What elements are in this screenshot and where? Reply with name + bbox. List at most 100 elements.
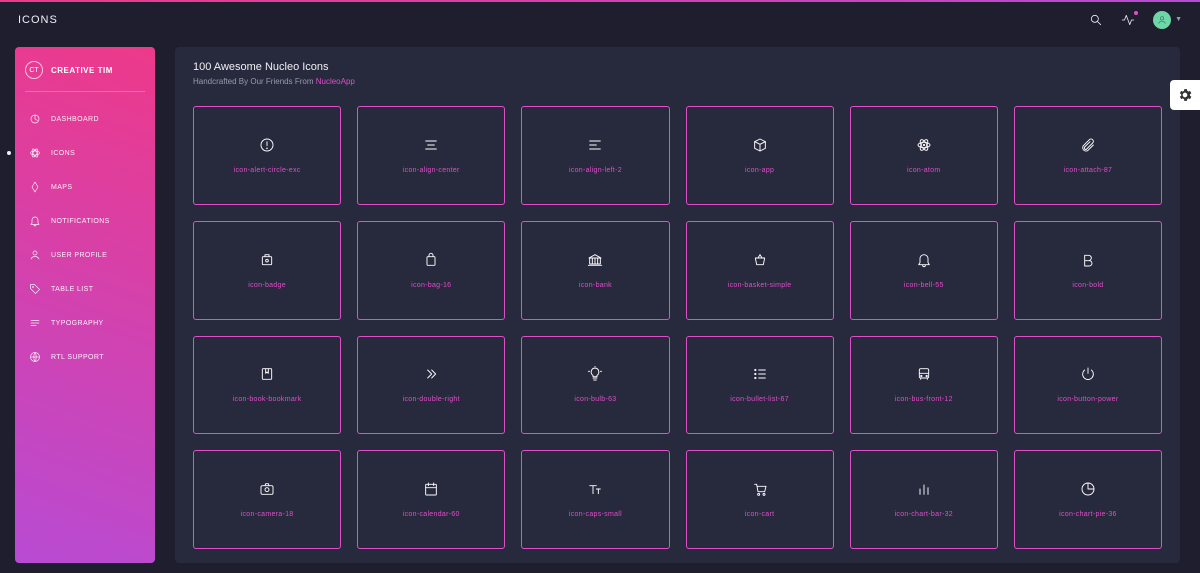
bullet-list-67-icon: [752, 366, 768, 382]
icon-card-icon-badge[interactable]: icon-badge: [193, 221, 341, 320]
topbar-actions: ▼: [1089, 11, 1182, 29]
icon-card-icon-chart-bar-32[interactable]: icon-chart-bar-32: [850, 450, 998, 549]
user-icon: [29, 249, 41, 261]
sidebar-item-label: ICONS: [51, 150, 75, 157]
heading-title: 100 Awesome Nucleo Icons: [193, 61, 1162, 73]
icon-label: icon-alert-circle-exc: [234, 167, 301, 174]
icon-card-icon-attach-87[interactable]: icon-attach-87: [1014, 106, 1162, 205]
icon-card-icon-bullet-list-67[interactable]: icon-bullet-list-67: [686, 336, 834, 435]
sidebar-item-table-list[interactable]: TABLE LIST: [25, 274, 145, 304]
basket-simple-icon: [752, 252, 768, 268]
icon-card-icon-double-right[interactable]: icon-double-right: [357, 336, 505, 435]
atom-icon: [916, 137, 932, 153]
settings-button[interactable]: [1170, 80, 1200, 110]
icon-card-icon-basket-simple[interactable]: icon-basket-simple: [686, 221, 834, 320]
icon-label: icon-bell-55: [904, 282, 944, 289]
sidebar-item-rtl-support[interactable]: RTL SUPPORT: [25, 342, 145, 372]
icon-card-icon-calendar-60[interactable]: icon-calendar-60: [357, 450, 505, 549]
double-right-icon: [423, 366, 439, 382]
alert-circle-exc-icon: [259, 137, 275, 153]
book-bookmark-icon: [259, 366, 275, 382]
icon-card-icon-align-left-2[interactable]: icon-align-left-2: [521, 106, 669, 205]
icon-card-icon-bell-55[interactable]: icon-bell-55: [850, 221, 998, 320]
icon-label: icon-attach-87: [1064, 167, 1113, 174]
icon-card-icon-bank[interactable]: icon-bank: [521, 221, 669, 320]
chart-pie-36-icon: [1080, 481, 1096, 497]
icon-label: icon-align-left-2: [569, 167, 622, 174]
icon-card-icon-camera-18[interactable]: icon-camera-18: [193, 450, 341, 549]
sidebar-item-icons[interactable]: ICONS: [25, 138, 145, 168]
icon-card-icon-bold[interactable]: icon-bold: [1014, 221, 1162, 320]
align-left-2-icon: [587, 137, 603, 153]
sidebar: CT CREATIVE TIM DASHBOARD ICONS MAPS NOT…: [15, 47, 155, 563]
icon-label: icon-cart: [745, 511, 775, 518]
icon-card-icon-app[interactable]: icon-app: [686, 106, 834, 205]
pin-icon: [29, 181, 41, 193]
text-icon: [29, 317, 41, 329]
attach-87-icon: [1080, 137, 1096, 153]
bag-16-icon: [423, 252, 439, 268]
sidebar-item-label: DASHBOARD: [51, 116, 99, 123]
notification-dot: [1134, 11, 1138, 15]
bold-icon: [1080, 252, 1096, 268]
bulb-63-icon: [587, 366, 603, 382]
align-center-icon: [423, 137, 439, 153]
icon-label: icon-bag-16: [411, 282, 451, 289]
chart-bar-32-icon: [916, 481, 932, 497]
sidebar-item-label: TABLE LIST: [51, 286, 93, 293]
icon-card-icon-button-power[interactable]: icon-button-power: [1014, 336, 1162, 435]
icon-label: icon-app: [745, 167, 774, 174]
icon-card-icon-alert-circle-exc[interactable]: icon-alert-circle-exc: [193, 106, 341, 205]
brand[interactable]: CT CREATIVE TIM: [25, 61, 145, 92]
activity-icon[interactable]: [1121, 13, 1135, 27]
sidebar-item-label: USER PROFILE: [51, 252, 107, 259]
sidebar-item-label: NOTIFICATIONS: [51, 218, 110, 225]
icon-label: icon-button-power: [1057, 396, 1118, 403]
app-icon: [752, 137, 768, 153]
icon-label: icon-book-bookmark: [233, 396, 302, 403]
user-menu[interactable]: ▼: [1153, 11, 1182, 29]
calendar-60-icon: [423, 481, 439, 497]
sidebar-item-typography[interactable]: TYPOGRAPHY: [25, 308, 145, 338]
caps-small-icon: [587, 481, 603, 497]
badge-icon: [259, 252, 275, 268]
globe-icon: [29, 351, 41, 363]
search-icon[interactable]: [1089, 13, 1103, 27]
brand-logo: CT: [25, 61, 43, 79]
main: 100 Awesome Nucleo Icons Handcrafted By …: [155, 37, 1200, 573]
main-card: 100 Awesome Nucleo Icons Handcrafted By …: [175, 47, 1180, 563]
icon-label: icon-camera-18: [241, 511, 294, 518]
sidebar-item-label: RTL SUPPORT: [51, 354, 104, 361]
camera-18-icon: [259, 481, 275, 497]
icon-label: icon-bulb-63: [574, 396, 616, 403]
icon-card-icon-align-center[interactable]: icon-align-center: [357, 106, 505, 205]
atom-icon: [29, 147, 41, 159]
sidebar-item-label: MAPS: [51, 184, 72, 191]
bank-icon: [587, 252, 603, 268]
icon-card-icon-atom[interactable]: icon-atom: [850, 106, 998, 205]
icon-card-icon-cart[interactable]: icon-cart: [686, 450, 834, 549]
cart-icon: [752, 481, 768, 497]
icon-label: icon-bold: [1072, 282, 1103, 289]
page-title: ICONS: [18, 14, 58, 26]
icon-card-icon-bag-16[interactable]: icon-bag-16: [357, 221, 505, 320]
icon-card-icon-bulb-63[interactable]: icon-bulb-63: [521, 336, 669, 435]
icon-label: icon-badge: [248, 282, 286, 289]
sidebar-item-maps[interactable]: MAPS: [25, 172, 145, 202]
layout-icon: [29, 113, 41, 125]
sidebar-item-notifications[interactable]: NOTIFICATIONS: [25, 206, 145, 236]
nucleo-link[interactable]: NucleoApp: [316, 77, 355, 86]
heading: 100 Awesome Nucleo Icons Handcrafted By …: [193, 61, 1162, 86]
icon-label: icon-caps-small: [569, 511, 622, 518]
icon-card-icon-bus-front-12[interactable]: icon-bus-front-12: [850, 336, 998, 435]
icon-card-icon-chart-pie-36[interactable]: icon-chart-pie-36: [1014, 450, 1162, 549]
icon-grid: icon-alert-circle-exc icon-align-center ic…: [193, 106, 1162, 549]
icon-label: icon-bullet-list-67: [730, 396, 789, 403]
icon-label: icon-bus-front-12: [895, 396, 953, 403]
icon-card-icon-book-bookmark[interactable]: icon-book-bookmark: [193, 336, 341, 435]
sidebar-item-dashboard[interactable]: DASHBOARD: [25, 104, 145, 134]
icon-card-icon-caps-small[interactable]: icon-caps-small: [521, 450, 669, 549]
sidebar-item-user-profile[interactable]: USER PROFILE: [25, 240, 145, 270]
subtitle-prefix: Handcrafted By Our Friends From: [193, 77, 316, 86]
icon-label: icon-bank: [579, 282, 612, 289]
